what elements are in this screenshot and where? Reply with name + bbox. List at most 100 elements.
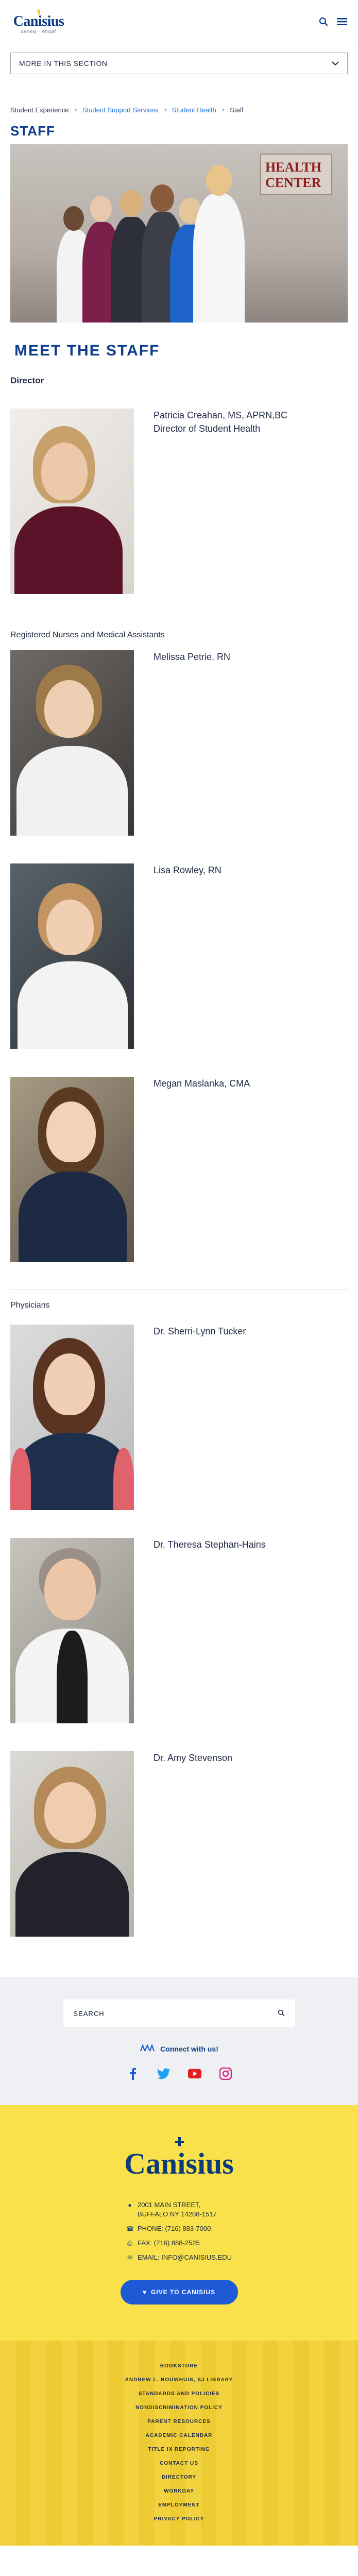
location-pin-icon: ●: [128, 2201, 132, 2209]
breadcrumb-student-experience[interactable]: Student Experience: [10, 106, 69, 114]
address-line-2: BUFFALO NY 14208-1517: [138, 2210, 217, 2218]
hero-figure: [193, 194, 245, 323]
staff-info-creahan: Patricia Creahan, MS, APRN,BC Director o…: [134, 409, 287, 594]
hero-figure-head: [120, 190, 143, 216]
give-to-canisius-button[interactable]: ♥ GIVE TO CANISIUS: [120, 2280, 238, 2304]
staff-photo-stevenson: [10, 1751, 134, 1937]
staff-card-creahan: Patricia Creahan, MS, APRN,BC Director o…: [10, 409, 348, 594]
staff-name: Megan Maslanka, CMA: [154, 1078, 250, 1089]
search-icon[interactable]: [318, 16, 329, 27]
footer-link-library[interactable]: ANDREW L. BOUWHUIS, SJ LIBRARY: [125, 2377, 233, 2383]
page-title: STAFF: [10, 123, 55, 139]
staff-card-tucker: Dr. Sherri-Lynn Tucker: [10, 1325, 348, 1510]
staff-photo-petrie: [10, 650, 134, 836]
staff-name: Melissa Petrie, RN: [154, 652, 231, 662]
group-heading-nurses: Registered Nurses and Medical Assistants: [10, 631, 165, 639]
crown-icon: [32, 9, 45, 14]
fax-icon: ⎙: [127, 2240, 132, 2247]
section-nav-label: MORE IN THIS SECTION: [19, 59, 108, 67]
phone-text: PHONE: (716) 883-7000: [138, 2225, 211, 2232]
staff-info-maslanka: Megan Maslanka, CMA: [134, 1077, 250, 1262]
connect-label: Connect with us!: [160, 2044, 218, 2053]
address-line-1: 2001 MAIN STREET,: [138, 2201, 201, 2209]
logo-wordmark: Canisius: [13, 13, 64, 29]
footer-link-privacy[interactable]: PRIVACY POLICY: [154, 2516, 204, 2522]
staff-photo-rowley: [10, 863, 134, 1049]
address-row: ● 2001 MAIN STREET, BUFFALO NY 14208-151…: [126, 2200, 232, 2219]
staff-photo-stephan: [10, 1538, 134, 1723]
staff-name: Lisa Rowley, RN: [154, 865, 221, 875]
logo-tagline: aeneq · ehqaf: [21, 28, 57, 34]
phone-row[interactable]: ☎ PHONE: (716) 883-7000: [126, 2224, 232, 2233]
fax-row: ⎙ FAX: (716) 888-2525: [126, 2239, 232, 2248]
connect-logo-icon: [140, 2043, 155, 2054]
email-icon: ✉: [127, 2254, 133, 2261]
connect-with-us: Connect with us!: [0, 2043, 358, 2054]
hero-figure-head: [150, 184, 174, 212]
chevron-down-icon: [332, 59, 339, 67]
staff-info-petrie: Melissa Petrie, RN: [134, 650, 230, 836]
staff-role: Director of Student Health: [154, 423, 261, 434]
heart-icon: ♥: [142, 2289, 147, 2296]
footer-links: BOOKSTORE ANDREW L. BOUWHUIS, SJ LIBRARY…: [0, 2341, 358, 2546]
contact-block: ● 2001 MAIN STREET, BUFFALO NY 14208-151…: [126, 2195, 232, 2262]
group-heading-director: Director: [10, 376, 44, 385]
section-divider: [10, 1289, 348, 1290]
breadcrumb-student-health[interactable]: Student Health: [172, 106, 216, 114]
footer-link-academic-calendar[interactable]: ACADEMIC CALENDAR: [146, 2433, 213, 2438]
search-icon[interactable]: [278, 2009, 285, 2018]
search-placeholder: SEARCH: [73, 2009, 105, 2018]
footer-search-band: SEARCH Connect with us!: [0, 1977, 358, 2105]
twitter-icon[interactable]: [157, 2067, 171, 2080]
staff-card-stevenson: Dr. Amy Stevenson: [10, 1751, 348, 1937]
staff-photo-tucker: [10, 1325, 134, 1510]
staff-card-petrie: Melissa Petrie, RN: [10, 650, 348, 836]
footer-link-workday[interactable]: WORKDAY: [164, 2488, 194, 2494]
footer-link-directory[interactable]: DIRECTORY: [162, 2475, 196, 2480]
hero-figure-head: [63, 206, 84, 231]
staff-name: Patricia Creahan, MS, APRN,BC: [154, 410, 288, 420]
canisius-logo[interactable]: Canisius aeneq · ehqaf: [10, 9, 67, 34]
staff-card-stephan: Dr. Theresa Stephan-Hains: [10, 1538, 348, 1723]
footer-link-employment[interactable]: EMPLOYMENT: [158, 2502, 200, 2508]
site-header: Canisius aeneq · ehqaf: [0, 0, 358, 43]
header-actions: [318, 16, 348, 27]
meet-the-staff-heading: MEET THE STAFF: [14, 342, 160, 359]
staff-info-rowley: Lisa Rowley, RN: [134, 863, 221, 1049]
instagram-icon[interactable]: [219, 2067, 232, 2080]
email-text: EMAIL: INFO@CANISIUS.EDU: [138, 2253, 232, 2261]
footer-link-standards[interactable]: STANDARDS AND POLICIES: [139, 2391, 220, 2397]
email-row[interactable]: ✉ EMAIL: INFO@CANISIUS.EDU: [126, 2253, 232, 2262]
crown-icon: [169, 2136, 190, 2146]
breadcrumb-separator-icon: >: [74, 107, 77, 113]
staff-photo-maslanka: [10, 1077, 134, 1262]
breadcrumb-student-support-services[interactable]: Student Support Services: [82, 106, 158, 114]
footer-link-nondiscrimination[interactable]: NONDISCRIMINATION POLICY: [135, 2405, 223, 2411]
footer-link-parent-resources[interactable]: PARENT RESOURCES: [147, 2419, 211, 2425]
hero-staff-photo: HEALTH CENTER: [10, 144, 348, 323]
group-heading-physicians: Physicians: [10, 1301, 50, 1310]
breadcrumb: Student Experience > Student Support Ser…: [10, 106, 348, 114]
hero-figure-head: [90, 196, 112, 222]
staff-card-rowley: Lisa Rowley, RN: [10, 863, 348, 1049]
hamburger-menu-icon[interactable]: [336, 16, 348, 27]
footer-link-bookstore[interactable]: BOOKSTORE: [160, 2363, 198, 2369]
staff-photo-creahan: [10, 409, 134, 594]
fax-text: FAX: (716) 888-2525: [138, 2239, 200, 2247]
facebook-icon[interactable]: [126, 2067, 140, 2080]
footer-link-title-ix[interactable]: TITLE IX REPORTING: [148, 2447, 210, 2452]
phone-icon: ☎: [126, 2225, 134, 2232]
staff-name: Dr. Amy Stevenson: [154, 1753, 233, 1763]
staff-info-stephan: Dr. Theresa Stephan-Hains: [134, 1538, 266, 1723]
breadcrumb-separator-icon: >: [221, 107, 225, 113]
youtube-icon[interactable]: [187, 2067, 201, 2080]
footer-logo-wordmark[interactable]: Canisius: [124, 2146, 234, 2181]
staff-info-tucker: Dr. Sherri-Lynn Tucker: [134, 1325, 246, 1510]
footer-search-input[interactable]: SEARCH: [63, 1999, 295, 2027]
staff-name: Dr. Sherri-Lynn Tucker: [154, 1326, 246, 1336]
breadcrumb-separator-icon: >: [163, 107, 167, 113]
footer-main: Canisius ● 2001 MAIN STREET, BUFFALO NY …: [0, 2105, 358, 2341]
footer-link-contact-us[interactable]: CONTACT US: [160, 2461, 198, 2466]
more-in-section-dropdown[interactable]: MORE IN THIS SECTION: [10, 53, 348, 74]
hero-figure-head: [206, 165, 232, 196]
